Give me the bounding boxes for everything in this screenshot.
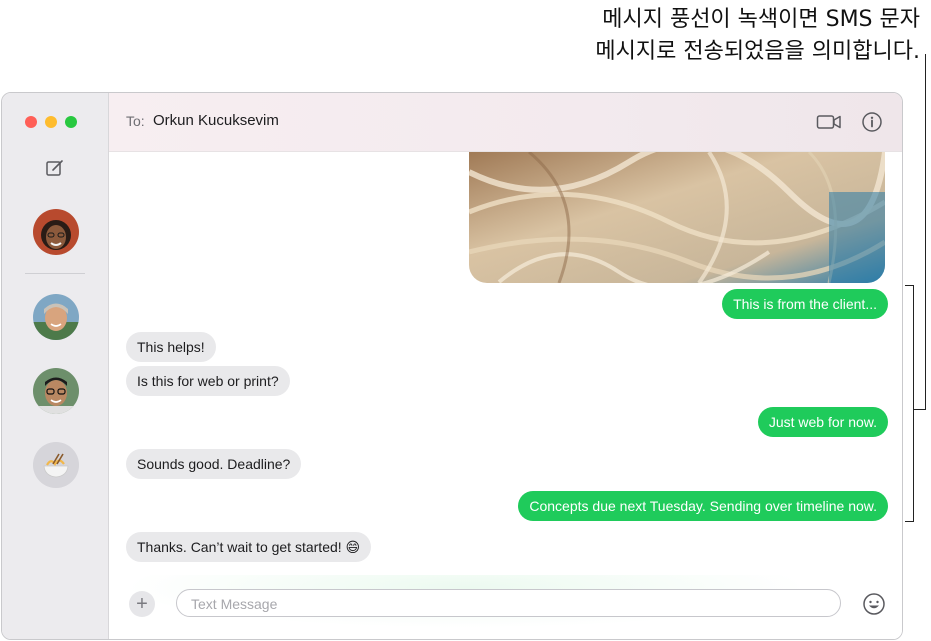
noodle-emoji-avatar[interactable] bbox=[33, 442, 79, 488]
message-bubble-received[interactable]: Is this for web or print? bbox=[126, 366, 290, 396]
minimize-button[interactable] bbox=[45, 116, 57, 128]
info-icon[interactable] bbox=[860, 110, 884, 134]
message-input[interactable]: Text Message bbox=[176, 589, 841, 617]
callout-bracket-connector bbox=[914, 409, 926, 410]
to-label: To: bbox=[126, 113, 145, 129]
callout-annotation: 메시지 풍선이 녹색이면 SMS 문자 메시지로 전송되었음을 의미합니다. bbox=[595, 4, 920, 68]
callout-bracket-bottom bbox=[905, 521, 914, 522]
callout-line-1: 메시지 풍선이 녹색이면 SMS 문자 bbox=[602, 7, 920, 32]
close-button[interactable] bbox=[25, 116, 37, 128]
plus-icon[interactable]: + bbox=[129, 591, 155, 617]
zoom-button[interactable] bbox=[65, 116, 77, 128]
message-bubble-sms[interactable]: Concepts due next Tuesday. Sending over … bbox=[518, 491, 888, 521]
message-bubble-received[interactable]: This helps! bbox=[126, 332, 216, 362]
conversation-transcript: This is from the client... This helps! I… bbox=[109, 152, 902, 639]
conversation-header: To: Orkun Kucuksevim bbox=[109, 93, 902, 152]
callout-pointer-vertical bbox=[925, 54, 926, 410]
message-bubble-sms[interactable]: Just web for now. bbox=[757, 407, 888, 437]
callout-line-2: 메시지로 전송되었음을 의미합니다. bbox=[595, 39, 920, 64]
sidebar bbox=[2, 93, 109, 639]
message-bubble-sms[interactable]: This is from the client... bbox=[722, 289, 888, 319]
conversation-avatar-1[interactable] bbox=[33, 209, 79, 255]
callout-bracket-vertical bbox=[913, 285, 914, 522]
emoji-icon[interactable] bbox=[862, 592, 886, 616]
messages-window: To: Orkun Kucuksevim This is from the cl… bbox=[1, 92, 903, 640]
shared-photo-attachment[interactable] bbox=[469, 152, 885, 283]
conversation-avatar-2[interactable] bbox=[33, 294, 79, 340]
video-camera-icon[interactable] bbox=[816, 111, 842, 133]
sidebar-divider bbox=[25, 273, 85, 274]
compose-icon[interactable] bbox=[44, 157, 66, 179]
compose-bar: + Text Message bbox=[109, 575, 902, 639]
recipient-name[interactable]: Orkun Kucuksevim bbox=[153, 112, 279, 129]
message-bubble-received[interactable]: Thanks. Can’t wait to get started! 😄 bbox=[126, 532, 372, 562]
message-bubble-received[interactable]: Sounds good. Deadline? bbox=[126, 449, 302, 479]
callout-bracket-top bbox=[905, 285, 914, 286]
conversation-avatar-3[interactable] bbox=[33, 368, 79, 414]
